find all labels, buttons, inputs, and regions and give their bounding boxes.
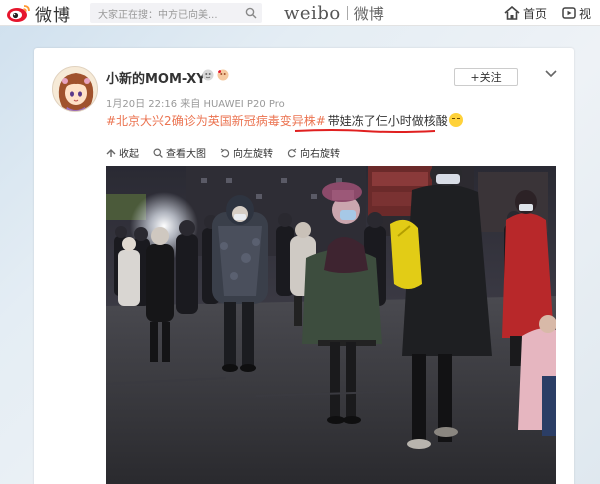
weibo-post-card: 小新的MOM-XY 1月20日 22:16 来自 HUAWEI P20 Pro …: [34, 48, 574, 484]
member-badge-icon: [202, 69, 214, 81]
nav-video[interactable]: 视: [562, 3, 591, 23]
rotate-right-icon: [287, 148, 297, 157]
night-queue-photo: [106, 166, 556, 484]
image-toolbar: 收起 查看大图 向左旋转 向右旋转: [106, 145, 354, 160]
video-icon: [562, 7, 576, 19]
post-source: HUAWEI P20 Pro: [203, 99, 285, 110]
chevron-down-icon[interactable]: [544, 68, 558, 80]
source-prefix: 来自: [180, 99, 201, 110]
rotate-right-label: 向右旋转: [300, 149, 340, 160]
post-photo[interactable]: [106, 166, 556, 484]
weibo-eye-icon: [7, 5, 30, 22]
rotate-left-label: 向左旋转: [233, 149, 273, 160]
avatar[interactable]: [52, 66, 98, 112]
brand-latin: weibo: [284, 2, 341, 24]
weibo-logo[interactable]: 微博: [6, 2, 71, 26]
nav-home-label: 首页: [523, 6, 548, 21]
collapse-button[interactable]: 收起: [106, 145, 139, 160]
user-badges: [202, 69, 229, 81]
rotate-left-button[interactable]: 向左旋转: [220, 145, 273, 160]
post-content: #北京大兴2确诊为英国新冠病毒变异株# 带娃冻了仨小时做核酸: [106, 112, 463, 129]
collect-icon: [106, 148, 116, 157]
search-icon[interactable]: [240, 3, 262, 23]
post-meta: 1月20日 22:16 来自 HUAWEI P20 Pro: [106, 95, 285, 110]
zoom-icon: [153, 148, 163, 158]
top-navbar: 微博 大家正在搜：中方已向美... weibo 微博 首页 视: [0, 0, 600, 26]
nav-video-label: 视: [579, 6, 592, 21]
search-box[interactable]: 大家正在搜：中方已向美...: [90, 3, 262, 23]
follow-button[interactable]: +关注: [454, 68, 518, 86]
brand-divider: [346, 6, 348, 20]
follow-label: +关注: [470, 71, 502, 84]
collapse-label: 收起: [119, 149, 139, 160]
view-large-label: 查看大图: [166, 149, 206, 160]
nav-home[interactable]: 首页: [504, 3, 547, 23]
rotate-left-icon: [220, 148, 230, 157]
post-body-text: 带娃冻了仨小时做核酸: [327, 114, 448, 128]
post-hashtag[interactable]: #北京大兴2确诊为英国新冠病毒变异株#: [106, 114, 326, 128]
level-badge-icon: [217, 69, 229, 81]
post-time[interactable]: 1月20日 22:16: [106, 99, 177, 110]
rotate-right-button[interactable]: 向右旋转: [287, 145, 340, 160]
weibo-wordmark: weibo 微博: [284, 2, 384, 24]
brand-cn: 微博: [353, 4, 384, 23]
view-large-button[interactable]: 查看大图: [153, 145, 206, 160]
cold-face-emoji-icon: [448, 113, 463, 127]
username[interactable]: 小新的MOM-XY: [106, 68, 206, 87]
search-input[interactable]: 大家正在搜：中方已向美...: [98, 6, 240, 21]
home-icon: [504, 6, 520, 20]
hand-drawn-underline: [294, 129, 436, 133]
avatar-illustration: [53, 67, 97, 111]
logo-text: 微博: [35, 5, 71, 26]
